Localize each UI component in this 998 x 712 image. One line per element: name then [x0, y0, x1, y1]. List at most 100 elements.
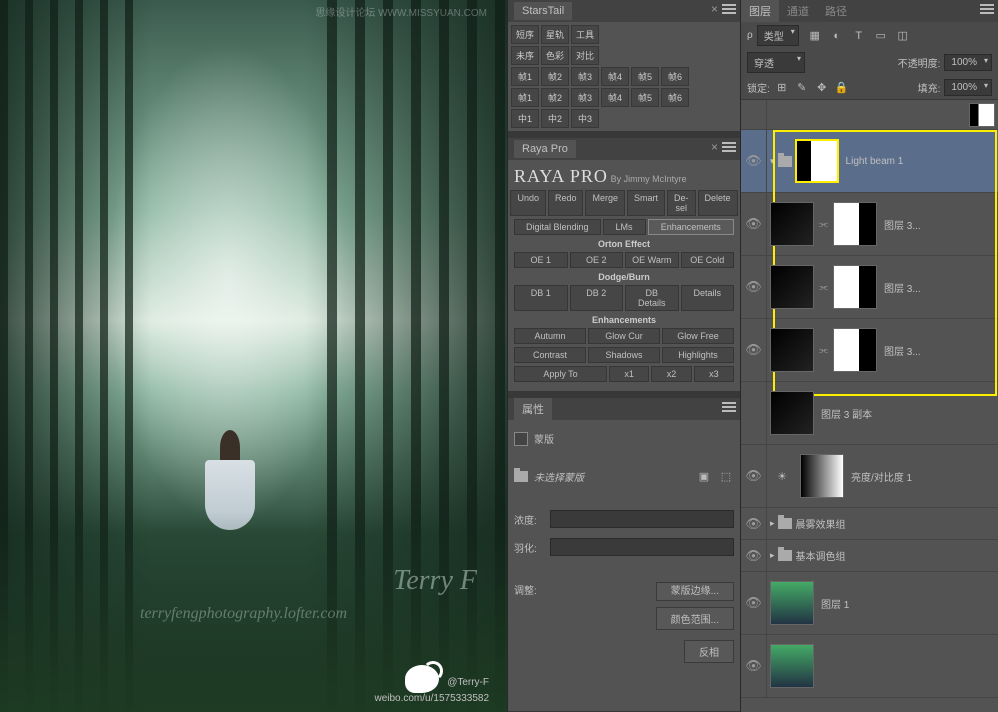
contrast[interactable]: Contrast	[514, 347, 586, 363]
filter-pixel-icon[interactable]: ▦	[807, 28, 823, 44]
filter-smart-icon[interactable]: ◫	[895, 28, 911, 44]
autumn[interactable]: Autumn	[514, 328, 586, 344]
applyto[interactable]: Apply To	[514, 366, 607, 382]
oewarm[interactable]: OE Warm	[625, 252, 679, 268]
st-btn[interactable]: 帧4	[601, 67, 629, 86]
layer-thumb[interactable]	[770, 202, 814, 246]
st-btn[interactable]: 对比	[571, 46, 599, 65]
st-btn[interactable]: 中1	[511, 109, 539, 128]
oe2[interactable]: OE 2	[570, 252, 624, 268]
layer-group[interactable]: 👁▸晨雾效果组	[741, 508, 998, 540]
raya-tab[interactable]: Raya Pro	[514, 140, 576, 158]
fill-value[interactable]: 100%	[944, 79, 992, 96]
st-btn[interactable]: 中3	[571, 109, 599, 128]
visibility-icon[interactable]: 👁	[741, 256, 767, 318]
mask-vector-icon[interactable]: ⬚	[718, 468, 734, 484]
raya-undo[interactable]: Undo	[510, 190, 546, 216]
visibility-icon[interactable]: 👁	[741, 193, 767, 255]
layer-item[interactable]: 👁⫘图层 3...	[741, 319, 998, 382]
st-btn[interactable]: 帧5	[631, 88, 659, 107]
visibility-icon[interactable]: 👁	[741, 445, 767, 507]
visibility-icon[interactable]: 👁	[741, 572, 767, 634]
st-btn[interactable]: 帧3	[571, 67, 599, 86]
glowfree[interactable]: Glow Free	[662, 328, 734, 344]
layer-group[interactable]: 👁▸基本调色组	[741, 540, 998, 572]
visibility-icon[interactable]: 👁	[741, 319, 767, 381]
layer-item[interactable]: 👁	[741, 635, 998, 698]
st-btn[interactable]: 帧4	[601, 88, 629, 107]
st-btn[interactable]: 工具	[571, 25, 599, 44]
filter-shape-icon[interactable]: ▭	[873, 28, 889, 44]
blend-mode[interactable]: 穿透	[747, 52, 805, 73]
st-btn[interactable]: 帧2	[541, 88, 569, 107]
st-btn[interactable]: 色彩	[541, 46, 569, 65]
visibility-icon[interactable]	[741, 100, 767, 129]
filter-type-icon[interactable]: T	[851, 28, 867, 44]
raya-redo[interactable]: Redo	[548, 190, 584, 216]
tab-layers[interactable]: 图层	[741, 0, 779, 22]
oe1[interactable]: OE 1	[514, 252, 568, 268]
raya-tab-blend[interactable]: Digital Blending	[514, 219, 601, 235]
menu-icon[interactable]	[980, 4, 994, 16]
layer-mask-thumb[interactable]	[833, 328, 877, 372]
raya-tab-lms[interactable]: LMs	[603, 219, 646, 235]
link-icon[interactable]: ⫘	[819, 219, 828, 230]
st-btn[interactable]: 帧1	[511, 67, 539, 86]
layer-thumb[interactable]	[770, 644, 814, 688]
raya-desel[interactable]: De-sel	[667, 190, 696, 216]
layer-item[interactable]: 👁⫘图层 3...	[741, 193, 998, 256]
raya-smart[interactable]: Smart	[627, 190, 665, 216]
db1[interactable]: DB 1	[514, 285, 568, 311]
lock-pos-icon[interactable]: ✥	[814, 80, 830, 96]
visibility-icon[interactable]	[741, 382, 767, 444]
x2[interactable]: x2	[651, 366, 691, 382]
st-btn[interactable]: 帧2	[541, 67, 569, 86]
layer-mask-thumb[interactable]	[795, 139, 839, 183]
visibility-icon[interactable]: 👁	[741, 540, 767, 571]
layer-item[interactable]: 👁☀亮度/对比度 1	[741, 445, 998, 508]
oecold[interactable]: OE Cold	[681, 252, 735, 268]
menu-icon[interactable]	[722, 4, 736, 16]
layer-item-selected[interactable]: 👁 ▾ Light beam 1	[741, 130, 998, 193]
x1[interactable]: x1	[609, 366, 649, 382]
highlights[interactable]: Highlights	[662, 347, 734, 363]
glowcur[interactable]: Glow Cur	[588, 328, 660, 344]
layer-mask-thumb[interactable]	[800, 454, 844, 498]
layer-mask-thumb[interactable]	[833, 202, 877, 246]
invert-btn[interactable]: 反相	[684, 640, 734, 663]
filter-adjust-icon[interactable]: ◐	[829, 28, 845, 44]
st-btn[interactable]: 帧6	[661, 88, 689, 107]
menu-icon[interactable]	[722, 142, 736, 154]
st-btn[interactable]: 短序	[511, 25, 539, 44]
raya-tab-enh[interactable]: Enhancements	[648, 219, 735, 235]
link-icon[interactable]: ⫘	[819, 345, 828, 356]
link-icon[interactable]: ⫘	[819, 282, 828, 293]
close-icon[interactable]: ×	[711, 2, 718, 16]
st-btn[interactable]: 帧6	[661, 67, 689, 86]
layer-mask-thumb[interactable]	[833, 265, 877, 309]
density-slider[interactable]	[550, 510, 734, 528]
st-btn[interactable]: 星轨	[541, 25, 569, 44]
menu-icon[interactable]	[722, 402, 736, 414]
tab-paths[interactable]: 路径	[817, 0, 855, 22]
st-btn[interactable]: 帧5	[631, 67, 659, 86]
layer-mask-thumb[interactable]	[969, 103, 995, 127]
lock-trans-icon[interactable]: ⊞	[774, 80, 790, 96]
tab-channels[interactable]: 通道	[779, 0, 817, 22]
st-btn[interactable]: 帧1	[511, 88, 539, 107]
starstail-tab[interactable]: StarsTail	[514, 2, 572, 20]
visibility-icon[interactable]: 👁	[741, 635, 767, 697]
opacity-value[interactable]: 100%	[944, 54, 992, 71]
lock-all-icon[interactable]: 🔒	[834, 80, 850, 96]
st-btn[interactable]: 帧3	[571, 88, 599, 107]
raya-merge[interactable]: Merge	[585, 190, 625, 216]
raya-delete[interactable]: Delete	[698, 190, 738, 216]
st-btn[interactable]: 中2	[541, 109, 569, 128]
details[interactable]: Details	[681, 285, 735, 311]
layer-thumb[interactable]	[770, 328, 814, 372]
db2[interactable]: DB 2	[570, 285, 624, 311]
collapse-icon[interactable]: ▸	[770, 550, 775, 561]
lock-pixel-icon[interactable]: ✎	[794, 80, 810, 96]
st-btn[interactable]: 未序	[511, 46, 539, 65]
dbdet[interactable]: DB Details	[625, 285, 679, 311]
